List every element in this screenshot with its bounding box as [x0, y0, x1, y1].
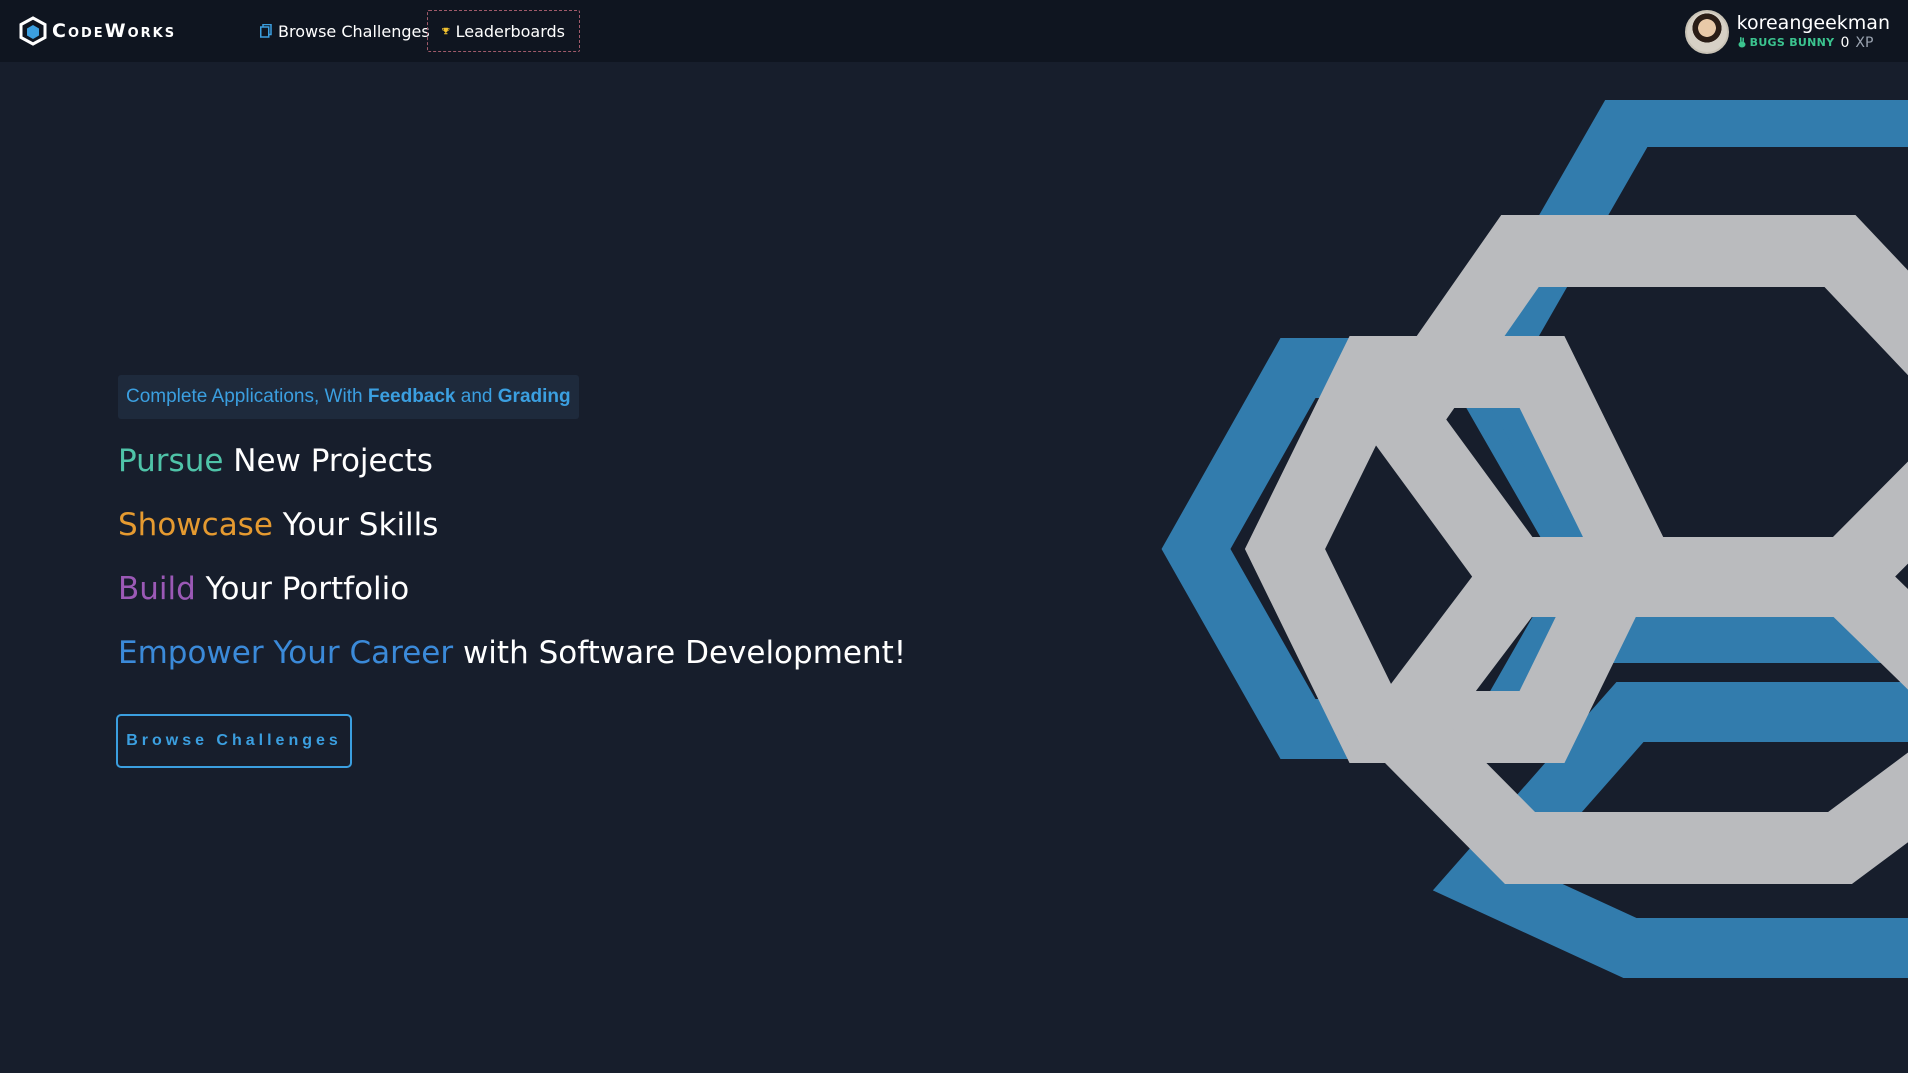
tagline-showcase: Showcase Your Skills [118, 507, 438, 543]
nav-browse-label: Browse Challenges [278, 21, 430, 41]
user-stats: BUGS BUNNY 0 XP [1737, 35, 1890, 51]
codeworks-logo[interactable]: CodeWorks [18, 16, 176, 46]
username: koreangeekman [1736, 12, 1890, 35]
rank-label: BUGS BUNNY [1749, 35, 1835, 49]
tagline-pursue-rest: New Projects [223, 443, 433, 479]
hexagon-illustration [1161, 100, 1908, 978]
badge-prefix: Complete Applications, With [126, 386, 368, 407]
user-info: koreangeekman BUGS BUNNY 0 XP [1736, 12, 1890, 51]
avatar[interactable] [1684, 10, 1729, 54]
nav-leaderboards-label: Leaderboards [455, 21, 565, 41]
tagline-empower-rest: with Software Development! [453, 635, 907, 671]
feature-badge: Complete Applications, With Feedback and… [118, 375, 579, 419]
tagline-empower: Empower Your Career with Software Develo… [118, 635, 906, 671]
rank-badge: BUGS BUNNY [1737, 35, 1835, 50]
user-profile[interactable]: koreangeekman BUGS BUNNY 0 XP [1684, 8, 1890, 56]
badge-grading: Grading [497, 386, 571, 407]
copy-icon [260, 24, 272, 38]
tagline-pursue: Pursue New Projects [118, 443, 433, 479]
browse-challenges-button[interactable]: Browse Challenges [116, 714, 352, 768]
badge-feedback: Feedback [367, 386, 456, 407]
logo-text: CodeWorks [52, 20, 177, 42]
tagline-showcase-highlight: Showcase [118, 507, 273, 543]
tagline-empower-highlight: Empower Your Career [118, 635, 454, 671]
hexagon-logo-icon [19, 16, 47, 46]
tagline-showcase-rest: Your Skills [272, 507, 439, 543]
tagline-pursue-highlight: Pursue [118, 443, 224, 479]
badge-and: and [455, 386, 498, 407]
rabbit-icon [1738, 37, 1746, 48]
top-navbar: CodeWorks Browse Challenges Leaderboards… [0, 0, 1908, 62]
trophy-icon [442, 27, 450, 35]
nav-browse-challenges[interactable]: Browse Challenges [246, 10, 444, 52]
tagline-build-highlight: Build [118, 571, 196, 607]
xp-label: XP [1855, 34, 1874, 51]
xp-value: 0 [1840, 34, 1850, 51]
tagline-build-rest: Your Portfolio [195, 571, 410, 607]
tagline-build: Build Your Portfolio [118, 571, 409, 607]
nav-leaderboards[interactable]: Leaderboards [427, 10, 580, 52]
